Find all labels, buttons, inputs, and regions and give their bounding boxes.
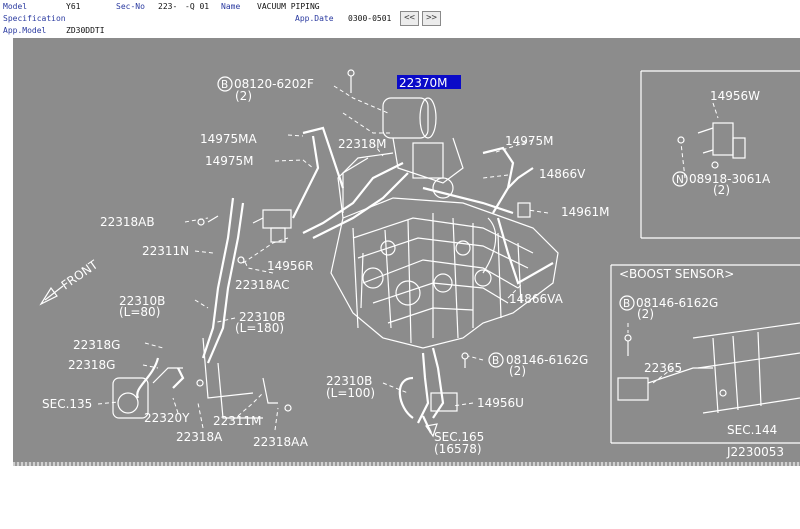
circle-b-mid: B: [492, 355, 499, 367]
label-14975m-left[interactable]: 14975M: [205, 154, 254, 168]
diagram-svg: .ln { stroke:#ffffff; stroke-width:1.2; …: [39, 69, 800, 459]
turbo-assembly: [342, 97, 464, 213]
spec-label: Specification: [3, 14, 66, 23]
label-sec165-sub: (16578): [434, 442, 482, 456]
label-22370m[interactable]: 22370M: [399, 76, 448, 90]
header-bar: Model Y61 Sec-No 223- -Q 01 Name VACUUM …: [0, 0, 800, 38]
secno-label: Sec-No: [116, 2, 145, 11]
label-14956w[interactable]: 14956W: [710, 89, 760, 103]
q-value: -Q 01: [185, 2, 210, 11]
label-22310b-top-len: (L=80): [119, 305, 160, 319]
label-bolt-top-qty: (2): [235, 89, 252, 103]
inset-boost-sensor: [610, 264, 800, 444]
parts-diagram: .ln { stroke:#ffffff; stroke-width:1.2; …: [13, 38, 800, 466]
empty-area: [0, 466, 800, 529]
appmodel-value: ZD30DDTI: [66, 26, 105, 35]
label-22311m[interactable]: 22311M: [213, 414, 262, 428]
label-22318g-a[interactable]: 22318G: [73, 338, 120, 352]
label-14866va[interactable]: 14866VA: [509, 292, 564, 306]
circle-n: N: [676, 174, 684, 186]
label-nut: 08918-3061A: [689, 172, 771, 186]
label-22318g-b[interactable]: 22318G: [68, 358, 115, 372]
label-22311n[interactable]: 22311N: [142, 244, 189, 258]
name-label: Name: [221, 2, 241, 11]
model-value: Y61: [66, 2, 81, 11]
label-sec135[interactable]: SEC.135: [42, 397, 92, 411]
leader-lines: [97, 85, 549, 431]
label-22318m[interactable]: 22318M: [338, 137, 387, 151]
label-22320y[interactable]: 22320Y: [144, 411, 190, 425]
label-22365[interactable]: 22365: [644, 361, 682, 375]
label-bolt-mid-qty: (2): [509, 364, 526, 378]
circle-b-top: B: [221, 79, 228, 91]
label-22310b-low-len: (L=100): [326, 386, 375, 400]
label-14975m-right[interactable]: 14975M: [505, 134, 554, 148]
label-14961m[interactable]: 14961M: [561, 205, 610, 219]
label-sec144[interactable]: SEC.144: [727, 423, 777, 437]
secno-value: 223-: [158, 2, 178, 11]
prev-button[interactable]: <<: [400, 11, 419, 26]
front-arrow: FRONT: [39, 257, 101, 306]
label-figure-id: J2230053: [726, 445, 784, 459]
label-boost-title: <BOOST SENSOR>: [619, 267, 734, 281]
label-22318aa[interactable]: 22318AA: [253, 435, 309, 449]
label-22310b-mid-len: (L=180): [235, 321, 284, 335]
front-label: FRONT: [59, 257, 101, 292]
name-value: VACUUM PIPING: [257, 2, 320, 11]
label-14866v[interactable]: 14866V: [539, 167, 586, 181]
circle-b-boost: B: [623, 298, 630, 310]
model-label: Model: [3, 2, 28, 11]
next-button[interactable]: >>: [422, 11, 441, 26]
label-boost-bolt-qty: (2): [637, 307, 654, 321]
label-22318ac[interactable]: 22318AC: [235, 278, 290, 292]
label-22318ab[interactable]: 22318AB: [100, 215, 155, 229]
appdate-value: 0300-0501: [348, 14, 392, 23]
label-14956u[interactable]: 14956U: [477, 396, 524, 410]
label-14956r[interactable]: 14956R: [267, 259, 314, 273]
appmodel-label: App.Model: [3, 26, 47, 35]
diagram-labels: B 08120-6202F (2) 22370M 14975MA 22318M …: [42, 76, 784, 459]
label-14975ma[interactable]: 14975MA: [200, 132, 258, 146]
label-22318a[interactable]: 22318A: [176, 430, 223, 444]
label-nut-qty: (2): [713, 183, 730, 197]
appdate-label: App.Date: [295, 14, 334, 23]
